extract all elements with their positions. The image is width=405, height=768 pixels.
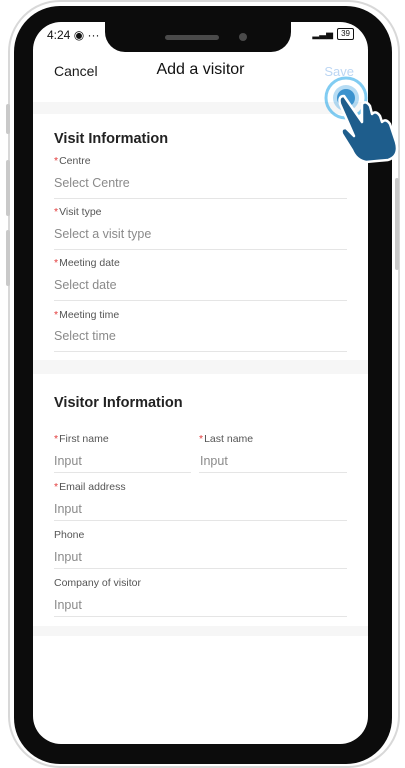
app-screen: 4:24 ◉ ··· ▂▃▅ 39 Cancel Add a visitor S… (33, 22, 368, 744)
centre-label-text: Centre (59, 155, 91, 167)
signal-icon: ▂▃▅ (312, 28, 334, 39)
meeting-time-label: *Meeting time (54, 309, 119, 321)
required-mark: * (199, 433, 204, 445)
meeting-time-label-text: Meeting time (59, 309, 120, 321)
page-title: Add a visitor (156, 61, 245, 78)
phone-side-button (6, 104, 10, 134)
status-time-text: 4:24 (47, 28, 71, 42)
required-mark: * (54, 206, 59, 218)
centre-label: *Centre (54, 155, 91, 167)
phone-input[interactable]: Input (54, 550, 82, 564)
phone-notch (105, 22, 291, 52)
visit-type-label: *Visit type (54, 206, 102, 218)
notification-icon: ◉ ··· (73, 28, 100, 42)
section-divider (33, 102, 368, 114)
visit-type-label-text: Visit type (59, 206, 102, 218)
last-name-label-text: Last name (204, 433, 254, 445)
company-input[interactable]: Input (54, 598, 82, 612)
divider (54, 568, 347, 569)
divider (199, 472, 347, 473)
status-time: 4:24 ◉ ··· (47, 28, 100, 42)
phone-side-button (6, 230, 10, 286)
divider (54, 351, 347, 352)
required-mark: * (54, 309, 59, 321)
email-input[interactable]: Input (54, 502, 82, 516)
divider (54, 472, 191, 473)
required-mark: * (54, 155, 59, 167)
section-divider (33, 626, 368, 636)
first-name-input[interactable]: Input (54, 454, 82, 468)
meeting-time-select[interactable]: Select time (54, 329, 116, 343)
last-name-label: *Last name (199, 433, 253, 445)
meeting-date-label: *Meeting date (54, 257, 120, 269)
divider (54, 249, 347, 250)
required-mark: * (54, 433, 59, 445)
required-mark: * (54, 257, 59, 269)
visit-type-select[interactable]: Select a visit type (54, 227, 151, 241)
nav-bar: Cancel Add a visitor Save (33, 58, 368, 92)
battery-level: 39 (341, 29, 350, 38)
email-label-text: Email address (59, 481, 126, 493)
required-mark: * (54, 481, 59, 493)
speaker (165, 35, 219, 40)
divider (54, 616, 347, 617)
visitor-section-title: Visitor Information (54, 395, 183, 411)
first-name-label: *First name (54, 433, 109, 445)
last-name-input[interactable]: Input (200, 454, 228, 468)
meeting-date-label-text: Meeting date (59, 257, 120, 269)
section-divider (33, 360, 368, 374)
email-label: *Email address (54, 481, 126, 493)
divider (54, 520, 347, 521)
status-icons: ▂▃▅ 39 (312, 28, 354, 40)
company-label: Company of visitor (54, 577, 141, 589)
phone-side-button (395, 178, 399, 270)
camera (239, 33, 247, 41)
phone-side-button (6, 160, 10, 216)
meeting-date-select[interactable]: Select date (54, 278, 117, 292)
divider (54, 198, 347, 199)
battery-icon: 39 (337, 28, 354, 40)
centre-select[interactable]: Select Centre (54, 176, 130, 190)
phone-label: Phone (54, 529, 85, 541)
visit-section-title: Visit Information (54, 131, 169, 147)
divider (54, 300, 347, 301)
tap-hand-icon (324, 76, 399, 164)
first-name-label-text: First name (59, 433, 109, 445)
